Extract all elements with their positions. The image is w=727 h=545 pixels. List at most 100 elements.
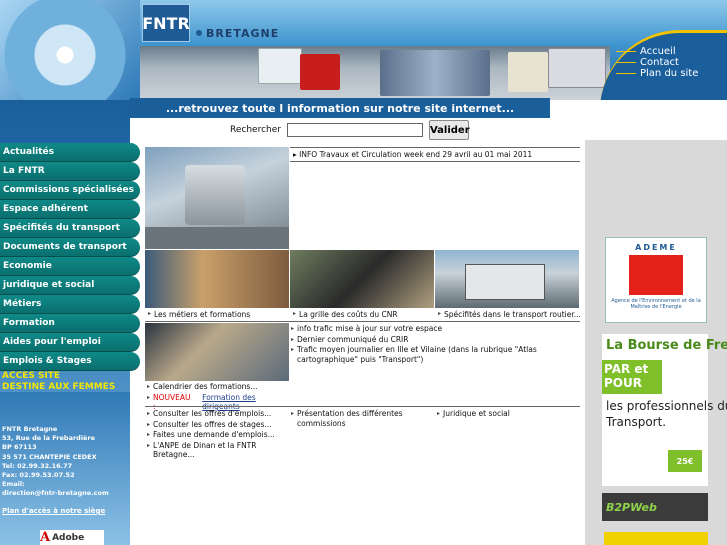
commissions-item[interactable]: ▸ Présentation des différentes commission… <box>291 409 436 428</box>
emploi-item-text: Consulter les offres de stages... <box>153 419 272 429</box>
truck-thumbnail-art <box>465 264 545 300</box>
info-item-text: info trafic mise à jour sur votre espace <box>297 324 443 333</box>
caption-specificites-text: Spécifités dans le transport routier... <box>444 310 581 319</box>
address-tel: Tel: 02.99.32.16.77 <box>2 461 73 470</box>
sidebar-item-economie[interactable]: Economie <box>0 257 140 276</box>
topnav-line <box>616 51 636 52</box>
arrow-icon: ▸ <box>147 431 151 438</box>
info-item-trafic-moyen[interactable]: ▸ Trafic moyen journalier en Ille et Vila… <box>291 345 583 364</box>
access-femmes-link[interactable]: ACCES SITE DESTINE AUX FEMMES <box>2 371 115 393</box>
news-headline-row[interactable]: ▸ INFO Travaux et Circulation week end 2… <box>290 147 580 162</box>
address-email-label: Email: <box>2 480 25 489</box>
sidebar-item-formation[interactable]: Formation <box>0 314 140 333</box>
bourse-fret-ad[interactable]: La Bourse de Fret PAR et POUR les profes… <box>602 334 727 486</box>
header-globe-art <box>0 0 140 100</box>
search-input[interactable] <box>286 123 423 137</box>
adobe-icon: A <box>40 530 51 545</box>
plan-acces-link[interactable]: Plan d'accès à notre siège <box>2 507 105 515</box>
sidebar-item-aides[interactable]: Aides pour l'emploi <box>0 333 140 352</box>
ademe-subtitle: Agence de l'Environnement et de la Maîtr… <box>611 298 701 310</box>
info-item-text: Trafic moyen journalier en Ille et Vilai… <box>297 345 537 364</box>
sidebar-item-metiers[interactable]: Métiers <box>0 295 140 314</box>
emploi-item[interactable]: ▸ Consulter les offres de stages... <box>147 420 292 430</box>
truck-trailer-image <box>258 48 302 84</box>
topnav-plan: Plan du site <box>616 68 698 79</box>
logo-dot <box>196 30 202 36</box>
arrow-icon: ▸ <box>147 410 151 417</box>
emploi-item-text: L'ANPE de Dinan et la FNTR Bretagne... <box>153 440 257 460</box>
arrow-icon: ▸ <box>293 310 297 317</box>
bourse-tagline: les professionnels du Transport. <box>606 399 727 429</box>
b2pweb-logo: B2PWeb <box>606 500 657 514</box>
formation-list: ▸Calendrier des formations... ▸NOUVEAU :… <box>147 382 292 413</box>
info-item-trafic[interactable]: ▸ info trafic mise à jour sur votre espac… <box>291 324 583 334</box>
ademe-ad[interactable]: ADEME Agence de l'Environnement et de la… <box>605 237 707 323</box>
caption-specificites[interactable]: ▸ Spécifités dans le transport routier... <box>438 310 581 319</box>
bourse-price-badge: 25€ <box>668 450 702 472</box>
address-fax: Fax: 02.99.53.07.52 <box>2 471 75 480</box>
juridique-item-text: Juridique et social <box>443 409 510 418</box>
topnav-contact-link[interactable]: Contact <box>640 57 679 68</box>
search-submit-button[interactable]: Valider <box>428 120 470 140</box>
caption-metiers-text: Les métiers et formations <box>154 310 251 319</box>
arrow-icon: ▸ <box>438 310 442 317</box>
top-navigation: Accueil Contact Plan du site <box>616 46 698 79</box>
sidebar-item-actualites[interactable]: Actualités <box>0 143 140 162</box>
ademe-logo-square <box>629 255 683 295</box>
commissions-list: ▸ Présentation des différentes commission… <box>291 409 436 429</box>
info-item-crir[interactable]: ▸ Dernier communiqué du CRIR <box>291 335 583 345</box>
cnr-thumbnail[interactable] <box>290 250 434 308</box>
b2pweb-ad[interactable]: B2PWeb <box>602 493 708 521</box>
emploi-item[interactable]: ▸ Faites une demande d'emplois... <box>147 430 292 440</box>
caption-cnr[interactable]: ▸ La grille des coûts du CNR <box>293 310 398 319</box>
banner: ...retrouvez toute l information sur not… <box>130 98 550 118</box>
sidebar-item-commissions[interactable]: Commissions spécialisées <box>0 181 140 200</box>
logo-subtitle: BRETAGNE <box>196 26 279 40</box>
formation-calendrier-text: Calendrier des formations... <box>153 382 258 391</box>
caption-metiers[interactable]: ▸ Les métiers et formations <box>148 310 250 319</box>
adobe-text: Adobe <box>52 532 85 543</box>
news-headline: INFO Travaux et Circulation week end 29 … <box>299 150 533 159</box>
sidebar-item-emplois[interactable]: Emplois & Stages <box>0 352 140 371</box>
divider <box>145 406 580 407</box>
sidebar-item-la-fntr[interactable]: La FNTR <box>0 162 140 181</box>
yellow-ad-strip[interactable] <box>604 532 708 545</box>
arrow-icon: ▸ <box>147 441 151 449</box>
fntr-logo[interactable]: FNTR <box>142 4 190 42</box>
address-email-link[interactable]: direction@fntr-bretagne.com <box>2 489 109 497</box>
red-truck-image <box>300 54 340 90</box>
address-block: FNTR Bretagne 53, Rue de la Frebardière … <box>2 425 109 499</box>
emploi-item[interactable]: ▸ L'ANPE de Dinan et la FNTR Bretagne... <box>147 441 292 460</box>
hero-truck-image <box>145 147 289 249</box>
logo-text: FNTR <box>142 13 190 33</box>
address-line1: FNTR Bretagne <box>2 425 58 433</box>
metiers-thumbnail[interactable] <box>145 250 289 308</box>
bourse-par-pour: PAR et POUR <box>602 360 662 394</box>
sidebar-menu: Actualités La FNTR Commissions spécialis… <box>0 143 140 371</box>
juridique-list: ▸ Juridique et social <box>437 409 582 420</box>
trailer-image <box>548 48 606 88</box>
truck-cab-image <box>185 165 245 225</box>
road-image <box>145 227 289 249</box>
arrow-icon: ▸ <box>291 346 295 353</box>
sidebar-item-documents[interactable]: Documents de transport <box>0 238 140 257</box>
sidebar-item-specifites[interactable]: Spécifités du transport <box>0 219 140 238</box>
formation-calendrier[interactable]: ▸ Calendrier des formations... <box>147 382 292 392</box>
sidebar-item-espace-adherent[interactable]: Espace adhérent <box>0 200 140 219</box>
emploi-list: ▸ Consulter les offres d'emplois... ▸ Cons… <box>147 409 292 461</box>
emploi-item[interactable]: ▸ Consulter les offres d'emplois... <box>147 409 292 419</box>
topnav-accueil-link[interactable]: Accueil <box>640 46 676 57</box>
topnav-line <box>616 62 636 63</box>
specificites-thumbnail[interactable] <box>435 250 579 308</box>
divider <box>145 321 290 322</box>
search-bar: Rechercher Valider <box>230 120 470 140</box>
juridique-item[interactable]: ▸ Juridique et social <box>437 409 582 419</box>
white-truck-image <box>508 52 548 92</box>
adobe-badge[interactable]: A Adobe <box>40 530 104 545</box>
sidebar-item-juridique[interactable]: juridique et social <box>0 276 140 295</box>
access-line2: DESTINE AUX FEMMES <box>2 382 116 392</box>
info-list: ▸ info trafic mise à jour sur votre espac… <box>291 324 583 365</box>
topnav-plan-link[interactable]: Plan du site <box>640 68 698 79</box>
page: FNTR BRETAGNE Accueil Contact Plan du si… <box>0 0 727 545</box>
arrow-icon: ▸ <box>148 310 152 317</box>
